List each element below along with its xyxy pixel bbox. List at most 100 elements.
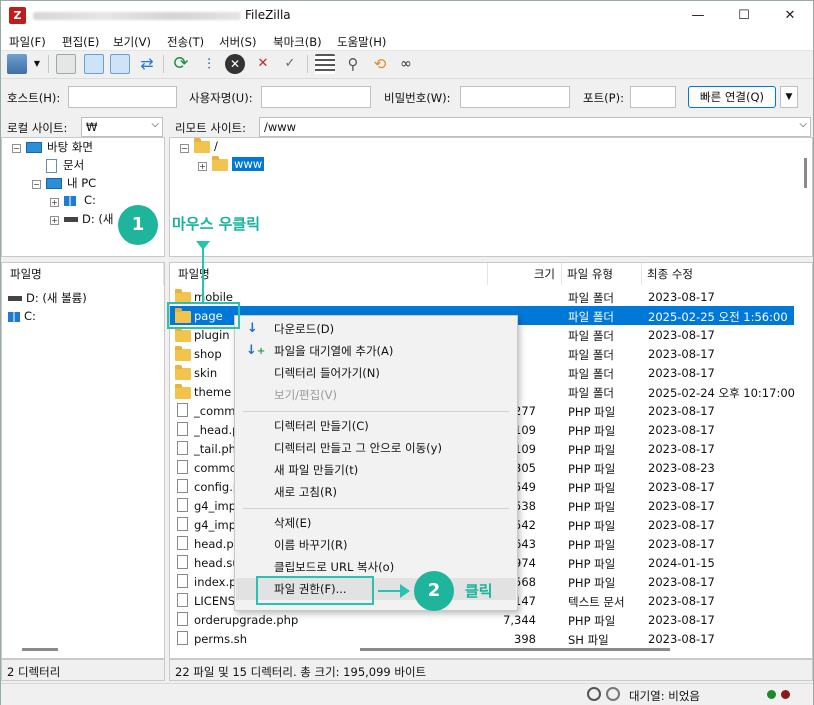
tree-item-label: 바탕 화면: [47, 140, 93, 154]
menu-server[interactable]: 서버(S): [219, 34, 256, 50]
menu-item-refresh[interactable]: 새로 고침(R): [236, 481, 516, 503]
remote-site-path-input[interactable]: /www ⌵: [259, 117, 811, 137]
menu-file[interactable]: 파일(F): [9, 34, 46, 50]
cell-type: 파일 폴더: [568, 329, 614, 343]
cell-type: 파일 폴더: [568, 310, 614, 324]
cell-type: PHP 파일: [568, 424, 616, 438]
menu-item-enter-directory[interactable]: 디렉터리 들어가기(N): [236, 362, 516, 384]
collapse-icon[interactable]: −: [12, 144, 21, 153]
directory-listing-filter-icon[interactable]: [315, 54, 335, 74]
directory-compare-icon[interactable]: ⚲: [343, 54, 363, 74]
minimize-icon: —: [691, 8, 705, 23]
process-queue-icon[interactable]: ⫶: [199, 54, 219, 74]
cell-filename: skin: [194, 366, 218, 380]
tree-item-documents[interactable]: 문서: [46, 157, 84, 175]
remote-column-modified[interactable]: 최종 수정: [642, 263, 812, 285]
table-row[interactable]: perms.sh 398 SH 파일 2023-08-17: [170, 629, 794, 648]
remote-column-size[interactable]: 크기: [488, 263, 562, 285]
cell-type: 파일 폴더: [568, 291, 614, 305]
local-list-item[interactable]: C:: [8, 309, 36, 327]
menu-item-download[interactable]: ↓ 다운로드(D): [236, 318, 516, 340]
menu-item-copy-url[interactable]: 클립보드로 URL 복사(o): [236, 556, 516, 578]
port-input[interactable]: [630, 86, 676, 108]
menu-help[interactable]: 도움말(H): [337, 34, 386, 50]
local-site-path-input[interactable]: ₩ ⌵: [81, 117, 163, 137]
chevron-down-icon[interactable]: ⌵: [799, 119, 807, 130]
file-icon: [177, 460, 188, 474]
local-list-item[interactable]: D: (새 볼륨): [8, 290, 87, 308]
remote-tree-icon[interactable]: [110, 54, 130, 74]
table-row[interactable]: mobile 파일 폴더 2023-08-17: [170, 287, 794, 306]
collapse-icon[interactable]: −: [32, 180, 41, 189]
menu-item-create-directory[interactable]: 디렉터리 만들기(C): [236, 415, 516, 437]
menu-item-add-to-queue[interactable]: ↓+ 파일을 대기열에 추가(A): [236, 340, 516, 362]
site-manager-icon[interactable]: [7, 54, 27, 74]
file-icon: [177, 593, 188, 607]
menu-item-create-file[interactable]: 새 파일 만들기(t): [236, 459, 516, 481]
local-tree-icon[interactable]: [84, 54, 104, 74]
maximize-button[interactable]: ☐: [721, 1, 767, 31]
quickconnect-button[interactable]: 빠른 연결(Q): [688, 86, 776, 108]
quickconnect-history-dropdown[interactable]: ▼: [780, 86, 798, 108]
cell-modified: 2023-08-17: [648, 347, 715, 361]
menu-item-label: 삭제(E): [274, 516, 312, 530]
close-icon: ✕: [784, 8, 796, 23]
menu-item-delete[interactable]: 삭제(E): [236, 512, 516, 534]
file-icon: [177, 441, 188, 455]
expand-icon[interactable]: +: [50, 198, 59, 207]
sync-browsing-icon[interactable]: ⟲: [370, 54, 390, 74]
reconnect-icon[interactable]: ✓: [280, 54, 300, 74]
menu-view[interactable]: 보기(V): [113, 34, 151, 50]
tree-item-root[interactable]: /: [194, 137, 218, 157]
cell-filename: perms.sh: [194, 632, 248, 646]
context-menu: ↓ 다운로드(D) ↓+ 파일을 대기열에 추가(A) 디렉터리 들어가기(N) 보…: [234, 315, 518, 611]
expand-icon[interactable]: +: [198, 162, 207, 171]
tree-item-desktop[interactable]: 바탕 화면: [26, 139, 93, 157]
menu-separator: [243, 508, 509, 509]
transfer-queue-icon[interactable]: ⇄: [137, 54, 157, 74]
file-icon: [177, 555, 188, 569]
cell-modified: 2023-08-17: [648, 442, 715, 456]
tree-item-c-drive[interactable]: C:: [64, 193, 96, 211]
menu-item-label: 다운로드(D): [274, 322, 335, 336]
tree-item-d-drive[interactable]: D: (새: [64, 211, 113, 229]
sort-ascending-icon: ^: [323, 262, 331, 270]
step-2-arrow-line: [378, 590, 402, 592]
minimize-button[interactable]: —: [675, 1, 721, 31]
remote-column-type[interactable]: 파일 유형: [562, 263, 642, 285]
menu-bookmarks[interactable]: 북마크(B): [273, 34, 322, 50]
chevron-down-icon[interactable]: ⌵: [151, 119, 159, 130]
menu-item-create-directory-enter[interactable]: 디렉터리 만들고 그 안으로 이동(y): [236, 437, 516, 459]
refresh-icon[interactable]: ⟳: [171, 54, 191, 74]
list-item-label: D: (새 볼륨): [26, 291, 87, 305]
menu-item-label: 파일을 대기열에 추가(A): [274, 344, 394, 358]
scrollbar-thumb[interactable]: [22, 648, 58, 651]
collapse-icon[interactable]: −: [180, 144, 189, 153]
table-row[interactable]: orderupgrade.php 7,344 PHP 파일 2023-08-17: [170, 610, 794, 629]
disconnect-icon[interactable]: ✕: [253, 54, 273, 74]
download-arrow-icon: ↓: [247, 321, 258, 336]
close-button[interactable]: ✕: [767, 1, 813, 31]
port-label: 포트(P):: [583, 91, 624, 105]
host-input[interactable]: [68, 86, 177, 108]
tree-item-this-pc[interactable]: 내 PC: [46, 175, 96, 193]
site-manager-dropdown-icon[interactable]: ▼: [31, 54, 43, 74]
local-column-filename[interactable]: 파일명: [2, 263, 164, 285]
cancel-icon[interactable]: ✕: [225, 54, 245, 74]
scrollbar-thumb[interactable]: [804, 158, 807, 188]
menu-item-rename[interactable]: 이름 바꾸기(R): [236, 534, 516, 556]
expand-icon[interactable]: +: [50, 216, 59, 225]
menu-item-label: 디렉터리 들어가기(N): [274, 366, 380, 380]
tree-item-www[interactable]: www: [212, 155, 265, 175]
file-icon: [177, 517, 188, 531]
cell-filename: head.su: [194, 556, 240, 570]
scrollbar-thumb[interactable]: [360, 648, 670, 651]
file-icon: [177, 422, 188, 436]
search-binoculars-icon[interactable]: ∞: [396, 54, 416, 74]
password-input[interactable]: [460, 86, 570, 108]
menu-edit[interactable]: 편집(E): [62, 34, 99, 50]
message-log-icon[interactable]: [56, 54, 76, 74]
tree-item-label: www: [232, 157, 265, 171]
username-input[interactable]: [261, 86, 371, 108]
menu-transfer[interactable]: 전송(T): [167, 34, 204, 50]
